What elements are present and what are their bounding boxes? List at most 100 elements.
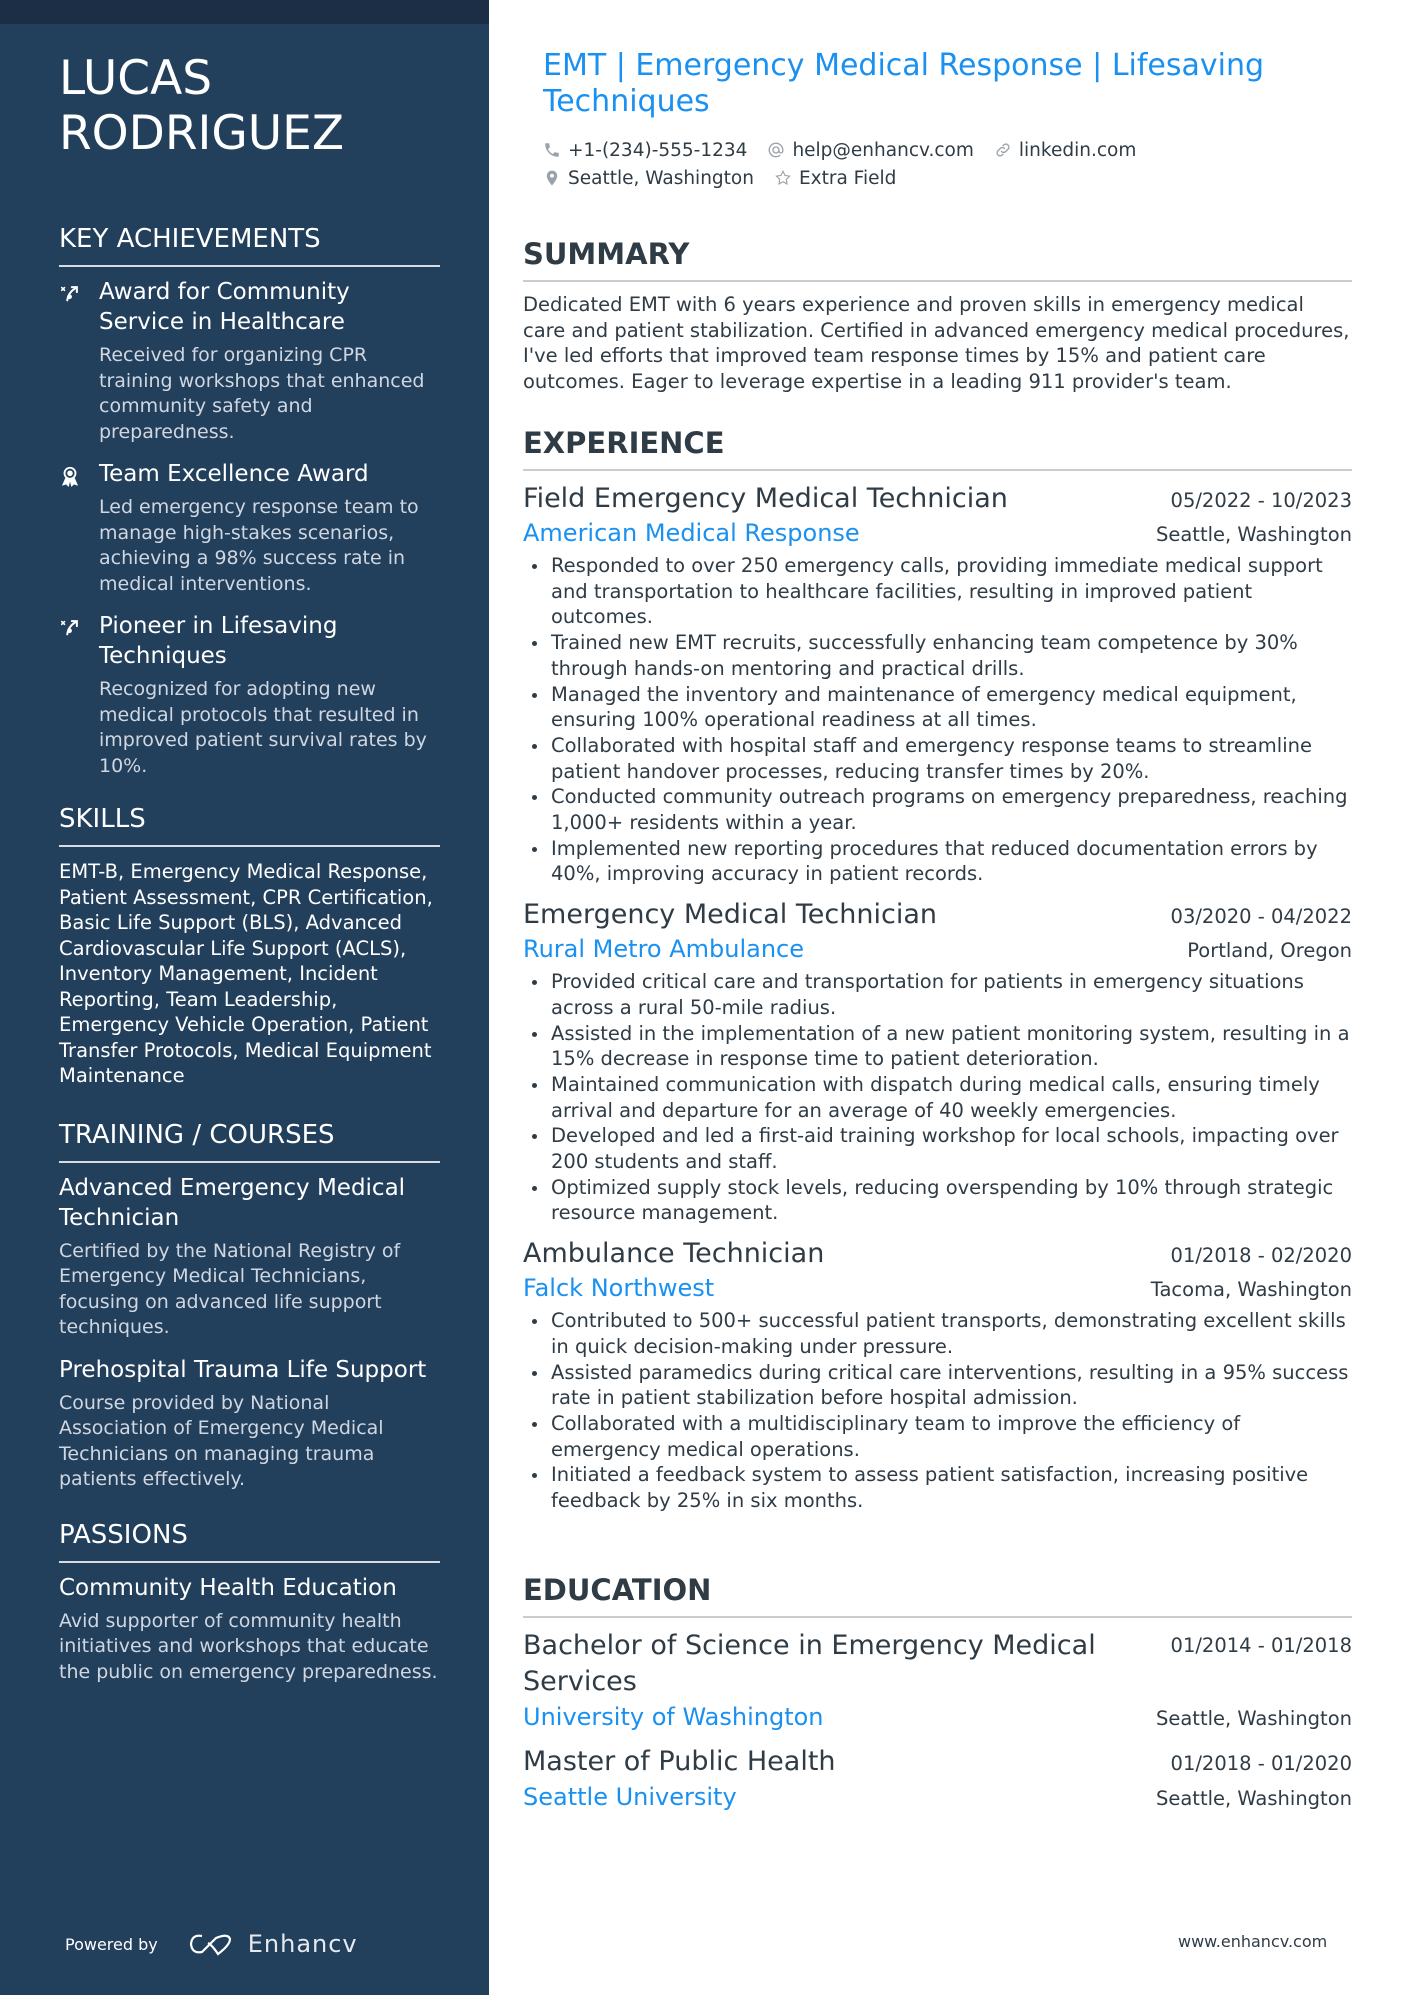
achievement-item: Pioneer in Lifesaving Techniques Recogni… bbox=[59, 611, 440, 779]
school-name: Seattle University bbox=[523, 1783, 737, 1811]
job-dates: 03/2020 - 04/2022 bbox=[1170, 905, 1352, 929]
education-location: Seattle, Washington bbox=[1155, 1787, 1352, 1810]
achievement-desc: Led emergency response team to manage hi… bbox=[99, 496, 419, 595]
headline: EMT | Emergency Medical Response | Lifes… bbox=[543, 48, 1265, 119]
name-first: LUCAS bbox=[59, 51, 213, 106]
contact-info: +1-(234)-555-1234 help@enhancv.com linke… bbox=[543, 136, 1343, 192]
achievement-item: Award for Community Service in Healthcar… bbox=[59, 277, 440, 445]
job-bullet: Initiated a feedback system to assess pa… bbox=[523, 1462, 1352, 1513]
passion-desc: Avid supporter of community health initi… bbox=[59, 1609, 438, 1683]
achievements-title: KEY ACHIEVEMENTS bbox=[59, 223, 440, 267]
job-location: Tacoma, Washington bbox=[1150, 1278, 1352, 1302]
enhancv-logo-icon bbox=[189, 1934, 231, 1956]
location-text: Seattle, Washington bbox=[568, 167, 754, 189]
education-entry: Master of Public Health 01/2018 - 01/202… bbox=[523, 1744, 1352, 1814]
skills-title: SKILLS bbox=[59, 803, 440, 847]
job-bullet: Optimized supply stock levels, reducing … bbox=[523, 1175, 1352, 1226]
summary-section: SUMMARY Dedicated EMT with 6 years exper… bbox=[523, 236, 1352, 394]
achievement-title: Award for Community Service in Healthcar… bbox=[99, 279, 350, 335]
brand-name: Enhancv bbox=[247, 1930, 358, 1958]
job-entry: Emergency Medical Technician 03/2020 - 0… bbox=[523, 897, 1352, 1226]
job-bullets: Responded to over 250 emergency calls, p… bbox=[523, 553, 1352, 887]
passions-section: PASSIONS Community Health Education Avid… bbox=[59, 1519, 440, 1686]
job-location: Seattle, Washington bbox=[1155, 523, 1352, 546]
degree-title: Bachelor of Science in Emergency Medical… bbox=[523, 1630, 1096, 1697]
phone-icon bbox=[545, 143, 559, 157]
achievement-title: Pioneer in Lifesaving Techniques bbox=[99, 613, 338, 669]
extra-text: Extra Field bbox=[798, 167, 897, 189]
wand-icon bbox=[59, 277, 99, 445]
at-icon bbox=[769, 142, 784, 158]
link-icon bbox=[996, 143, 1010, 157]
candidate-name: LUCAS RODRIGUEZ bbox=[59, 51, 440, 161]
education-entry: Bachelor of Science in Emergency Medical… bbox=[523, 1628, 1352, 1734]
passion-item: Community Health Education Avid supporte… bbox=[59, 1573, 440, 1686]
powered-by-label: Powered by bbox=[65, 1934, 158, 1954]
achievement-desc: Received for organizing CPR training wor… bbox=[99, 344, 425, 443]
job-bullet: Managed the inventory and maintenance of… bbox=[523, 682, 1352, 733]
job-dates: 01/2018 - 02/2020 bbox=[1170, 1244, 1352, 1268]
job-title: Ambulance Technician bbox=[523, 1238, 825, 1270]
contact-phone[interactable]: +1-(234)-555-1234 bbox=[543, 140, 747, 161]
sidebar: LUCAS RODRIGUEZ KEY ACHIEVEMENTS Award f… bbox=[0, 0, 489, 1995]
passions-title: PASSIONS bbox=[59, 1519, 440, 1563]
sidebar-top-band bbox=[0, 0, 489, 24]
job-entry: Field Emergency Medical Technician 05/20… bbox=[523, 481, 1352, 887]
achievement-desc: Recognized for adopting new medical prot… bbox=[99, 678, 427, 777]
job-bullet: Implemented new reporting procedures tha… bbox=[523, 836, 1352, 887]
job-bullet: Contributed to 500+ successful patient t… bbox=[523, 1308, 1352, 1359]
passion-title: Community Health Education bbox=[59, 1574, 397, 1601]
contact-location: Seattle, Washington bbox=[543, 168, 754, 189]
job-company: Rural Metro Ambulance bbox=[523, 935, 805, 964]
education-section: EDUCATION Bachelor of Science in Emergen… bbox=[523, 1572, 1352, 1814]
sidebar-content: LUCAS RODRIGUEZ KEY ACHIEVEMENTS Award f… bbox=[59, 24, 440, 1699]
course-title: Prehospital Trauma Life Support bbox=[59, 1356, 427, 1383]
course-item: Prehospital Trauma Life Support Course p… bbox=[59, 1355, 440, 1493]
job-dates: 05/2022 - 10/2023 bbox=[1170, 489, 1352, 512]
skills-list: EMT-B, Emergency Medical Response, Patie… bbox=[59, 860, 433, 1087]
location-pin-icon bbox=[546, 170, 558, 186]
school-name: University of Washington bbox=[523, 1703, 824, 1731]
job-entry: Ambulance Technician 01/2018 - 02/2020 F… bbox=[523, 1236, 1352, 1514]
job-title: Emergency Medical Technician bbox=[523, 899, 937, 931]
email-text: help@enhancv.com bbox=[792, 139, 974, 161]
course-item: Advanced Emergency Medical Technician Ce… bbox=[59, 1173, 440, 1341]
achievements-list: Award for Community Service in Healthcar… bbox=[59, 277, 440, 779]
job-location: Portland, Oregon bbox=[1187, 939, 1352, 963]
skills-section: SKILLS EMT-B, Emergency Medical Response… bbox=[59, 803, 440, 1089]
job-bullet: Trained new EMT recruits, successfully e… bbox=[523, 630, 1352, 681]
footer-url[interactable]: www.enhancv.com bbox=[1178, 1932, 1327, 1951]
job-bullet: Responded to over 250 emergency calls, p… bbox=[523, 553, 1352, 630]
training-section: TRAINING / COURSES Advanced Emergency Me… bbox=[59, 1119, 440, 1493]
medal-icon bbox=[59, 459, 99, 597]
job-bullet: Maintained communication with dispatch d… bbox=[523, 1072, 1352, 1123]
training-title: TRAINING / COURSES bbox=[59, 1119, 440, 1163]
enhancv-logo[interactable]: Enhancv bbox=[188, 1930, 358, 1958]
education-dates: 01/2018 - 01/2020 bbox=[1170, 1752, 1352, 1775]
achievement-item: Team Excellence Award Led emergency resp… bbox=[59, 459, 440, 597]
degree-title: Master of Public Health bbox=[523, 1746, 836, 1777]
job-bullets: Contributed to 500+ successful patient t… bbox=[523, 1308, 1352, 1514]
education-title: EDUCATION bbox=[523, 1572, 1352, 1618]
powered-by: Powered by Enhancv bbox=[65, 1930, 358, 1958]
job-bullet: Collaborated with hospital staff and eme… bbox=[523, 733, 1352, 784]
name-last: RODRIGUEZ bbox=[59, 106, 345, 161]
job-bullets: Provided critical care and transportatio… bbox=[523, 969, 1352, 1226]
experience-section: EXPERIENCE Field Emergency Medical Techn… bbox=[523, 425, 1352, 1514]
contact-extra: Extra Field bbox=[774, 168, 896, 189]
achievement-title: Team Excellence Award bbox=[99, 461, 369, 487]
star-icon bbox=[775, 169, 791, 185]
job-company: Falck Northwest bbox=[523, 1274, 715, 1303]
job-bullet: Conducted community outreach programs on… bbox=[523, 784, 1352, 835]
contact-link[interactable]: linkedin.com bbox=[994, 140, 1136, 161]
summary-text: Dedicated EMT with 6 years experience an… bbox=[523, 293, 1350, 393]
education-location: Seattle, Washington bbox=[1155, 1707, 1352, 1730]
job-bullet: Collaborated with a multidisciplinary te… bbox=[523, 1411, 1352, 1462]
course-desc: Certified by the National Registry of Em… bbox=[59, 1239, 401, 1339]
experience-title: EXPERIENCE bbox=[523, 425, 1352, 471]
link-text: linkedin.com bbox=[1018, 139, 1137, 161]
achievements-section: KEY ACHIEVEMENTS Award for Community Ser… bbox=[59, 223, 440, 779]
course-desc: Course provided by National Association … bbox=[59, 1391, 384, 1491]
job-bullet: Developed and led a first-aid training w… bbox=[523, 1123, 1352, 1174]
contact-email[interactable]: help@enhancv.com bbox=[767, 139, 974, 161]
